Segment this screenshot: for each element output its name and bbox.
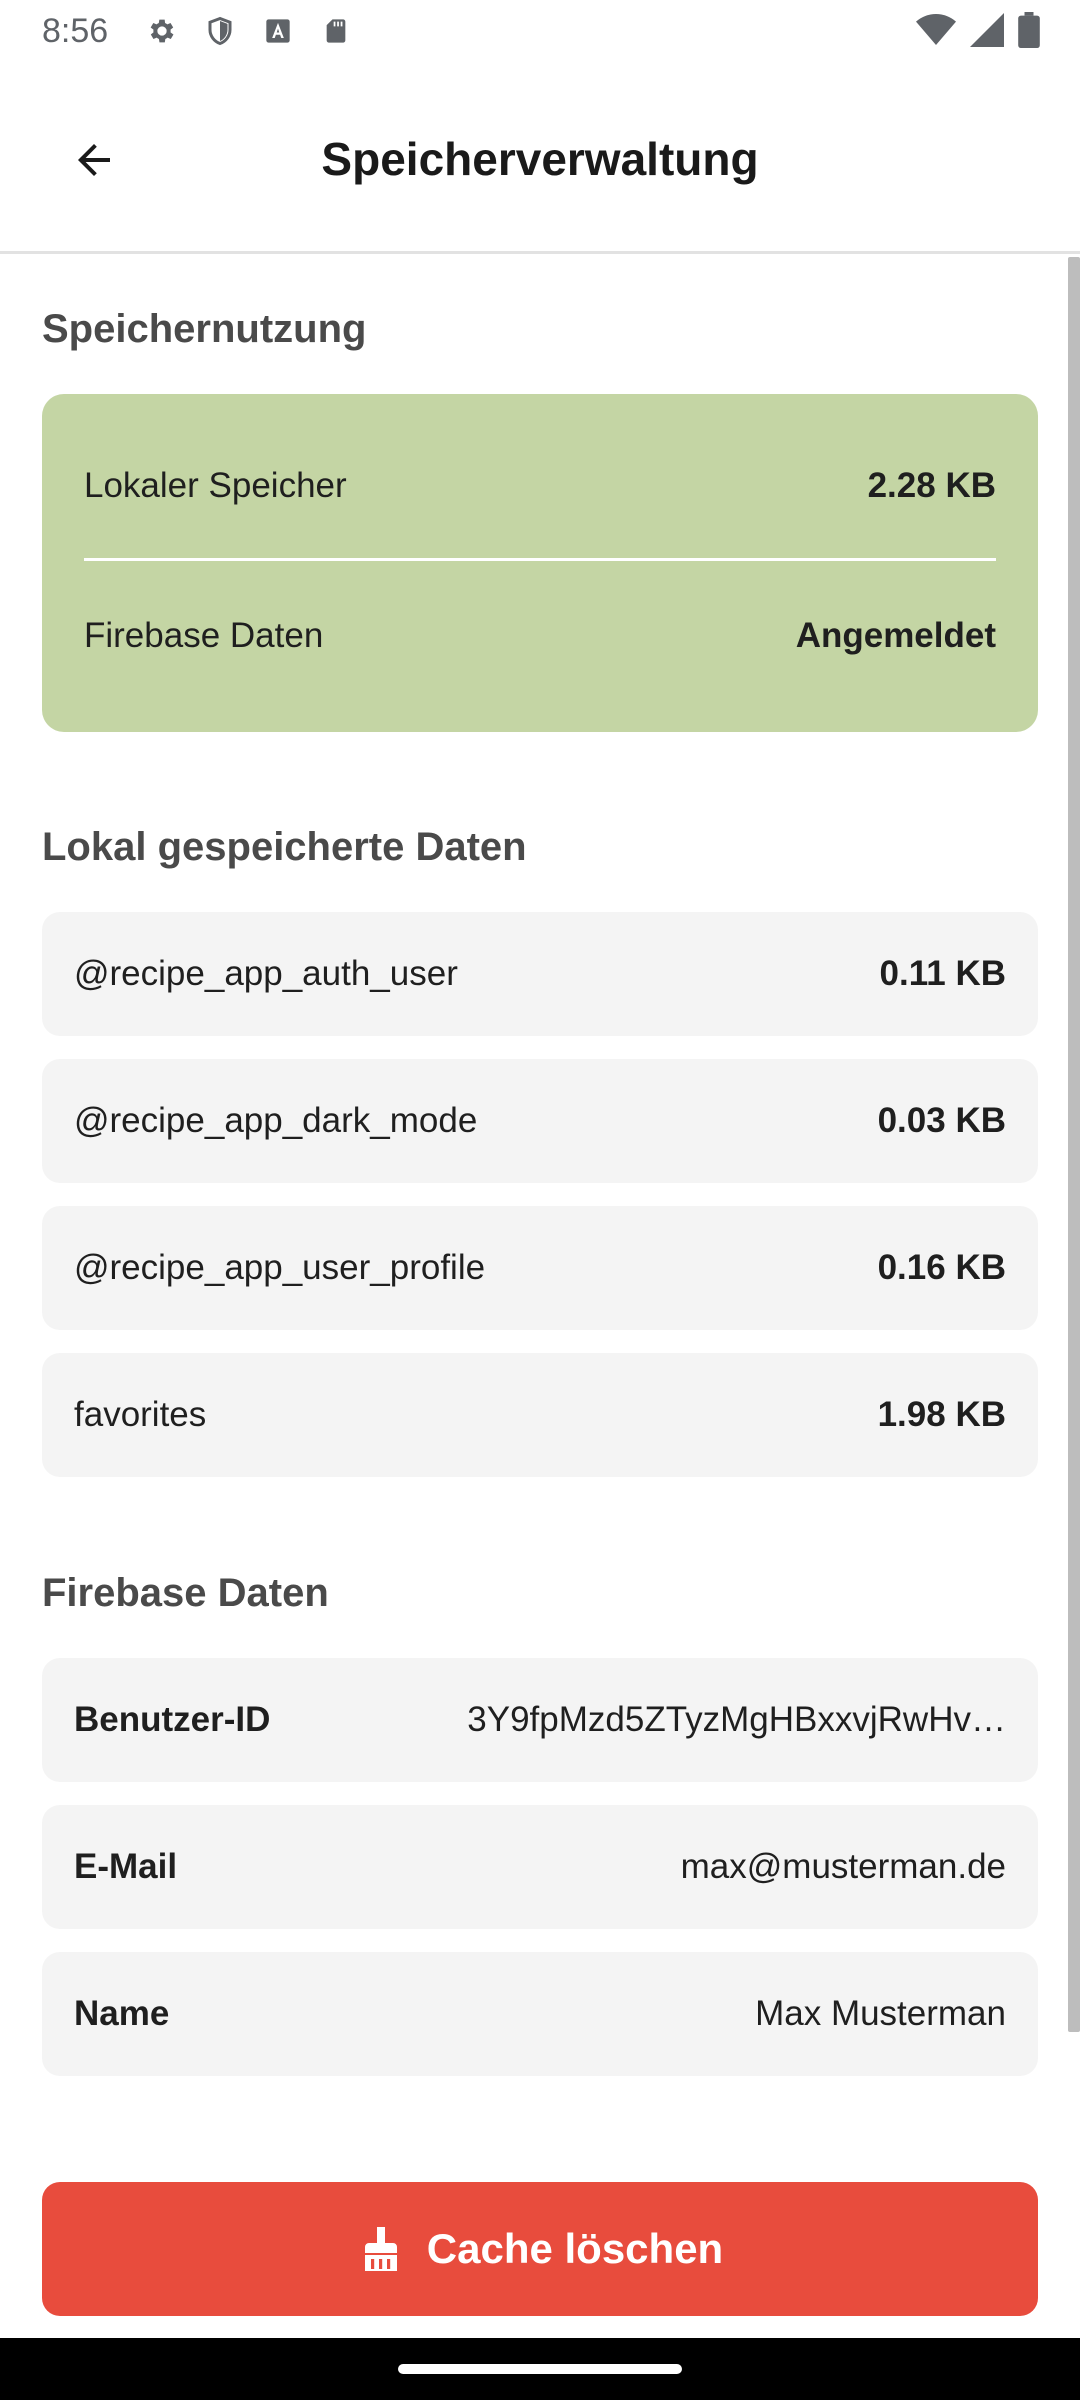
usage-label: Firebase Daten (84, 616, 324, 655)
field-label: Benutzer-ID (74, 1700, 271, 1739)
clear-cache-label: Cache löschen (426, 2225, 724, 2272)
storage-usage-card: Lokaler Speicher 2.28 KB Firebase Daten … (42, 394, 1038, 732)
app-bar: Speicherverwaltung (0, 62, 1080, 254)
usage-row-firebase: Firebase Daten Angemeldet (84, 606, 996, 666)
storage-size: 1.98 KB (877, 1395, 1006, 1434)
field-label: E-Mail (74, 1847, 178, 1886)
usage-label: Lokaler Speicher (84, 466, 347, 505)
page-title: Speicherverwaltung (321, 133, 759, 185)
storage-key: favorites (74, 1395, 207, 1434)
field-value: 3Y9fpMzd5ZTyzMgHBxxvjRwHv… (467, 1700, 1006, 1739)
storage-size: 0.03 KB (877, 1101, 1006, 1140)
sd-card-icon (318, 13, 354, 49)
status-time: 8:56 (42, 11, 109, 50)
usage-value: 2.28 KB (867, 466, 996, 505)
storage-key: @recipe_app_user_profile (74, 1248, 486, 1287)
storage-key: @recipe_app_auth_user (74, 954, 458, 993)
section-title-local-data: Lokal gespeicherte Daten (42, 825, 527, 869)
home-gesture-handle[interactable] (398, 2364, 682, 2374)
broom-icon (357, 2225, 405, 2273)
font-icon (260, 13, 296, 49)
field-value: max@musterman.de (680, 1847, 1006, 1886)
storage-size: 0.11 KB (879, 954, 1006, 993)
section-title-firebase-data: Firebase Daten (42, 1571, 329, 1615)
signal-icon (970, 13, 1004, 56)
storage-size: 0.16 KB (877, 1248, 1006, 1287)
divider (84, 558, 996, 561)
list-item: @recipe_app_dark_mode 0.03 KB (42, 1059, 1038, 1183)
section-title-usage: Speichernutzung (42, 307, 367, 351)
shield-icon (202, 13, 238, 49)
content-scroll-area[interactable]: Speichernutzung Lokaler Speicher 2.28 KB… (0, 257, 1080, 2337)
status-bar: 8:56 (0, 0, 1080, 62)
field-label: Name (74, 1994, 170, 2033)
field-value: Max Musterman (755, 1994, 1006, 2033)
list-item: Benutzer-ID 3Y9fpMzd5ZTyzMgHBxxvjRwHv… (42, 1658, 1038, 1782)
list-item: @recipe_app_auth_user 0.11 KB (42, 912, 1038, 1036)
scrollbar[interactable] (1068, 257, 1080, 2032)
list-item: favorites 1.98 KB (42, 1353, 1038, 1477)
wifi-icon (916, 13, 956, 56)
usage-row-local: Lokaler Speicher 2.28 KB (84, 456, 996, 516)
list-item: E-Mail max@musterman.de (42, 1805, 1038, 1929)
storage-key: @recipe_app_dark_mode (74, 1101, 478, 1140)
gear-icon (144, 13, 180, 49)
battery-icon (1018, 12, 1040, 57)
list-item: Name Max Musterman (42, 1952, 1038, 2076)
clear-cache-button[interactable]: Cache löschen (42, 2182, 1038, 2316)
usage-value: Angemeldet (795, 616, 996, 655)
list-item: @recipe_app_user_profile 0.16 KB (42, 1206, 1038, 1330)
